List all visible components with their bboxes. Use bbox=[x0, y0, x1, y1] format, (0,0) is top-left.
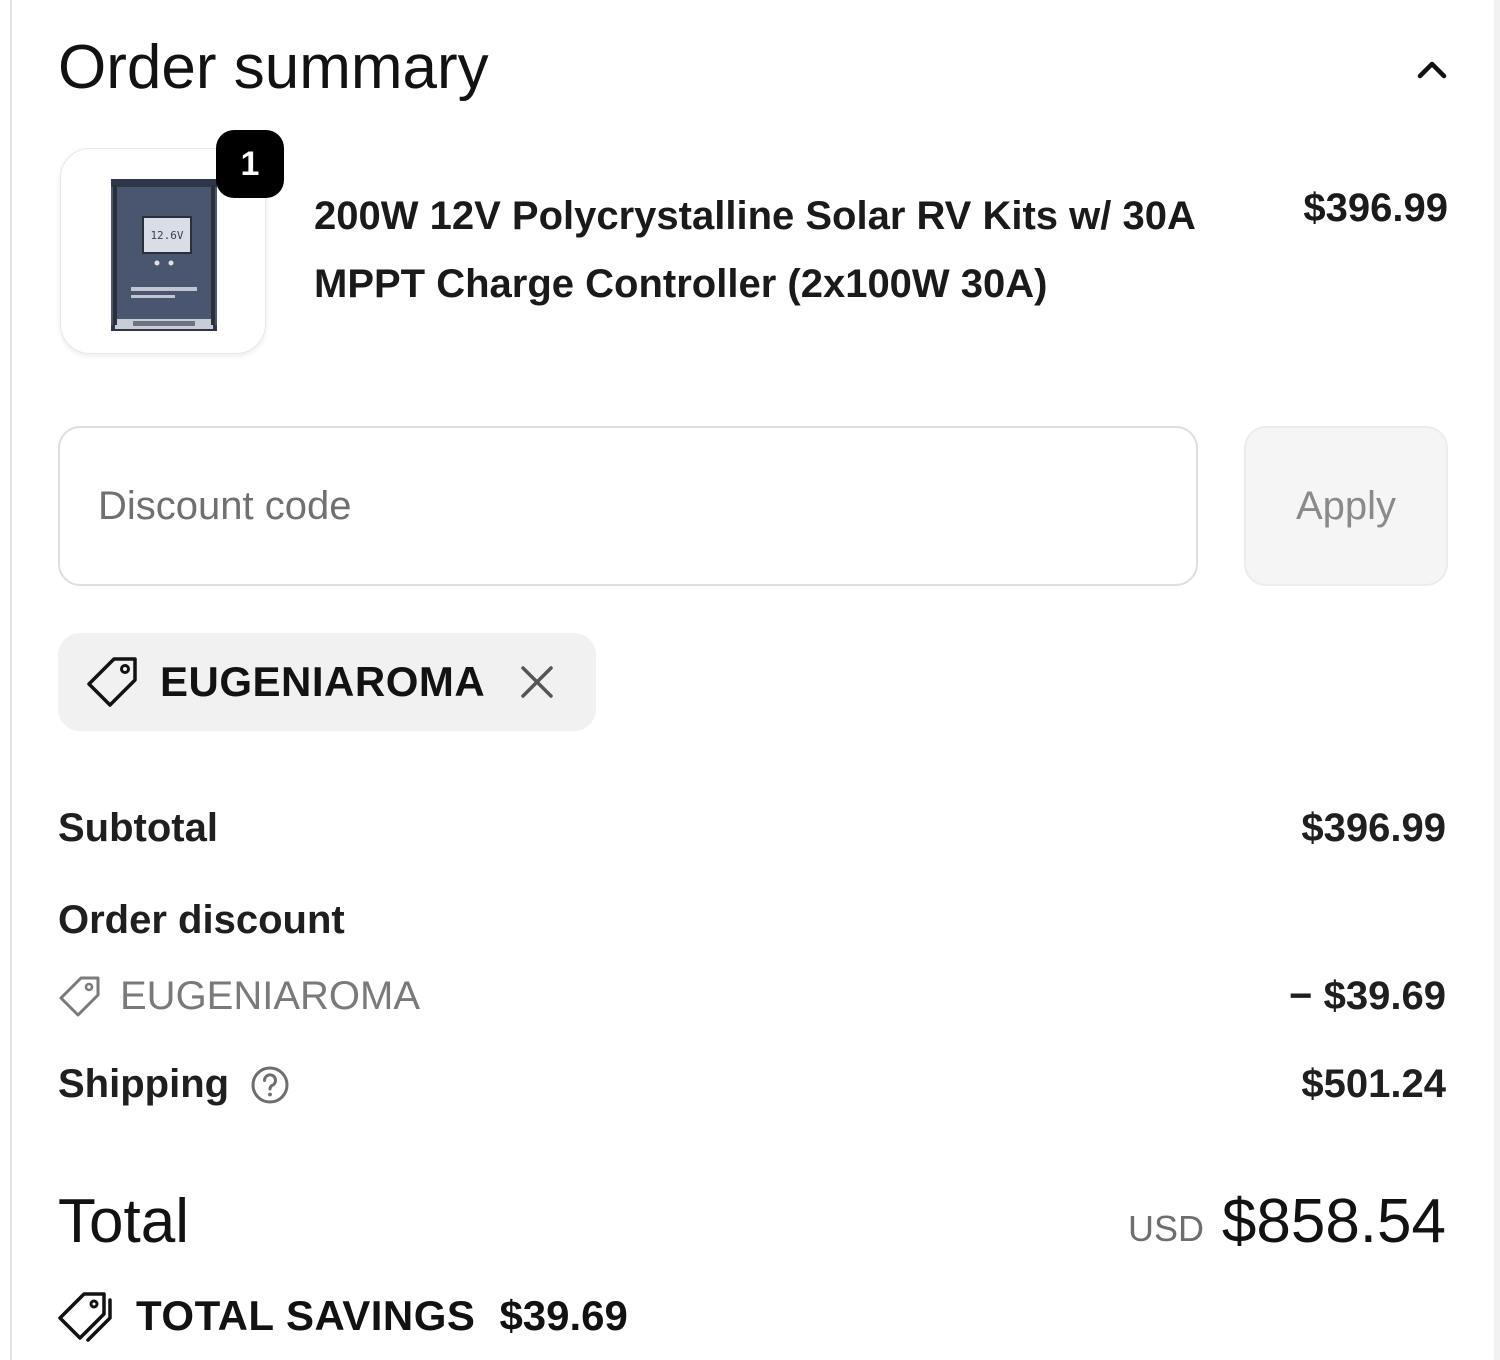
savings-tag-icon bbox=[58, 1290, 116, 1342]
applied-discount-chip: EUGENIAROMA bbox=[58, 633, 596, 731]
total-savings-row: TOTAL SAVINGS $39.69 bbox=[58, 1290, 628, 1342]
total-savings-value: $39.69 bbox=[499, 1292, 628, 1339]
controller-screen-text: 12.6V bbox=[150, 229, 183, 242]
apply-discount-button[interactable]: Apply bbox=[1244, 426, 1448, 586]
line-item: 12.6V 1 200W 12V Polycrystalline Solar R… bbox=[58, 130, 1448, 356]
scrollbar-track[interactable] bbox=[1494, 0, 1500, 1360]
total-label: Total bbox=[58, 1187, 189, 1256]
close-icon[interactable] bbox=[517, 662, 557, 702]
discount-code-row: EUGENIAROMA bbox=[58, 974, 420, 1019]
shipping-row: Shipping bbox=[58, 1062, 291, 1107]
order-discount-label: Order discount bbox=[58, 898, 345, 942]
order-summary-header[interactable]: Order summary bbox=[58, 28, 1450, 108]
product-name: 200W 12V Polycrystalline Solar RV Kits w… bbox=[314, 194, 1195, 306]
subtotal-label: Subtotal bbox=[58, 806, 218, 850]
panel-border bbox=[10, 0, 12, 1360]
quantity-badge: 1 bbox=[216, 130, 284, 198]
tag-icon bbox=[86, 655, 140, 709]
tag-icon bbox=[58, 975, 102, 1019]
help-icon[interactable] bbox=[249, 1064, 291, 1106]
order-summary-title: Order summary bbox=[58, 33, 489, 102]
subtotal-value: $396.99 bbox=[1301, 806, 1446, 850]
shipping-label: Shipping bbox=[58, 1062, 230, 1106]
product-price: $396.99 bbox=[1303, 186, 1448, 230]
chevron-up-icon[interactable] bbox=[1414, 52, 1450, 88]
discount-code-input[interactable] bbox=[58, 426, 1198, 586]
total-savings-label: TOTAL SAVINGS bbox=[136, 1292, 476, 1339]
shipping-value: $501.24 bbox=[1301, 1062, 1446, 1106]
discount-value: − $39.69 bbox=[1289, 974, 1446, 1018]
applied-code-label: EUGENIAROMA bbox=[160, 658, 486, 705]
currency-code: USD bbox=[1127, 1208, 1204, 1249]
discount-code-name: EUGENIAROMA bbox=[120, 974, 421, 1018]
total-value: $858.54 bbox=[1221, 1187, 1446, 1256]
